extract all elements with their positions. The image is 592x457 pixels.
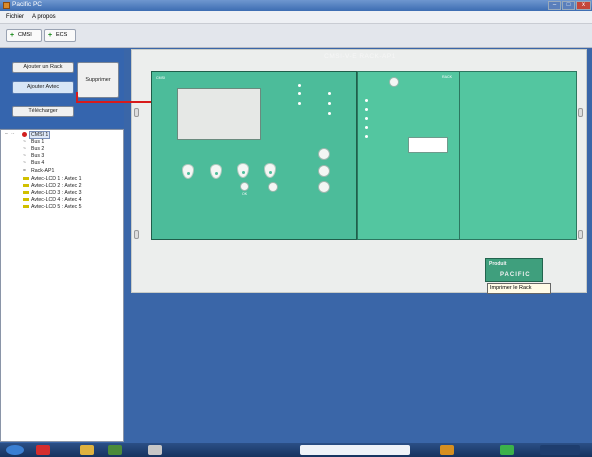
screw-icon [134, 230, 139, 239]
status-dot-icon [22, 132, 27, 137]
led-icon [365, 117, 368, 120]
card-icon [23, 191, 29, 194]
bus-icon: ~ [23, 153, 26, 159]
led-icon [298, 92, 301, 95]
led-icon [298, 102, 301, 105]
led-icon [298, 84, 301, 87]
round-button[interactable] [318, 181, 330, 193]
module-label: RACK [442, 75, 452, 79]
tree-node-root[interactable]: – ·- CMSI 1 [1, 131, 121, 139]
add-ecs-button[interactable]: + ECS [44, 29, 76, 42]
menu-item-fichier[interactable]: Fichier [6, 14, 24, 20]
plus-icon: + [48, 32, 53, 39]
collapse-icon[interactable]: – [5, 131, 8, 137]
folder-icon[interactable] [80, 445, 94, 455]
close-button[interactable]: x [576, 1, 591, 10]
module-label: CMSI [156, 76, 165, 80]
tree-connector-icon: ·- [11, 131, 15, 137]
tree-node[interactable]: ~ Bus 1 [1, 139, 121, 146]
lcd-screen [177, 88, 261, 140]
upload-button[interactable]: Télécharger [12, 106, 74, 117]
minimize-button[interactable]: – [548, 1, 561, 10]
tree-node[interactable]: Avtec-LCD 3 : Avtec 3 [1, 190, 121, 197]
tree-node[interactable]: Avtec-LCD 1 : Avtec 1 [1, 176, 121, 183]
ok-button[interactable] [240, 182, 249, 191]
bus-icon: ~ [23, 139, 26, 145]
round-button[interactable] [318, 148, 330, 160]
title-bar: Pacific PC – □ x [0, 0, 592, 11]
round-button[interactable] [389, 77, 399, 87]
tree-view[interactable]: – ·- CMSI 1 ~ Bus 1 ~ Bus 2 ~ Bus 3 ~ Bu… [0, 129, 124, 442]
delete-button[interactable]: Supprimer [77, 62, 119, 98]
label-window [408, 137, 448, 153]
led-icon [328, 92, 331, 95]
print-rack-button[interactable]: Produit PACIFIC [485, 258, 543, 282]
led-icon [328, 102, 331, 105]
tray-icon[interactable] [440, 445, 454, 455]
led-icon [365, 135, 368, 138]
card-icon [23, 198, 29, 201]
app-icon[interactable] [148, 445, 162, 455]
ok-label: OK [242, 192, 248, 196]
led-icon [365, 126, 368, 129]
add-avtec-button[interactable]: Ajouter Avtec [12, 81, 74, 94]
tooltip: Imprimer le Rack [487, 283, 551, 294]
card-icon [23, 184, 29, 187]
annotation-arrow [76, 92, 78, 103]
start-icon[interactable] [6, 445, 24, 455]
add-rack-button[interactable]: Ajouter un Rack [12, 62, 74, 73]
rack-title: CMSI-V-E RACK-AP1 [324, 53, 396, 60]
led-icon [365, 99, 368, 102]
menu-item-a-propos[interactable]: A propos [32, 14, 56, 20]
tree-node[interactable]: ~ Bus 2 [1, 146, 121, 153]
tray-icon[interactable] [500, 445, 514, 455]
tree-node[interactable]: ~ Bus 4 [1, 160, 121, 167]
screw-icon [134, 108, 139, 117]
tree-node[interactable]: Avtec-LCD 2 : Avtec 2 [1, 183, 121, 190]
round-button[interactable] [268, 182, 278, 192]
badge-brand: Produit [489, 261, 507, 267]
search-box[interactable] [300, 445, 410, 455]
round-button[interactable] [318, 165, 330, 177]
annotation-arrow [76, 101, 151, 103]
add-cmsi-button[interactable]: + CMSI [6, 29, 42, 42]
toolbar: + CMSI + ECS [0, 24, 592, 48]
screw-icon [578, 230, 583, 239]
tree-node[interactable]: Avtec-LCD 5 : Avtec 5 [1, 204, 121, 211]
badge-name: PACIFIC [500, 272, 531, 278]
extension-module[interactable]: RACK [357, 71, 460, 240]
card-icon [23, 205, 29, 208]
bus-icon: ~ [23, 160, 26, 166]
blank-module[interactable] [460, 71, 577, 240]
tree-node[interactable]: = Rack-AP1 [1, 168, 121, 175]
plus-icon: + [10, 32, 15, 39]
led-icon [365, 108, 368, 111]
window-title: Pacific PC [12, 1, 42, 8]
taskbar [0, 443, 592, 457]
app-icon[interactable] [108, 445, 122, 455]
tree-node[interactable]: ~ Bus 3 [1, 153, 121, 160]
maximize-button[interactable]: □ [562, 1, 575, 10]
app-icon [3, 2, 10, 9]
tree-node[interactable]: Avtec-LCD 4 : Avtec 4 [1, 197, 121, 204]
screw-icon [578, 108, 583, 117]
led-icon [328, 112, 331, 115]
clock [540, 445, 580, 455]
rack-icon: = [23, 168, 26, 174]
bus-icon: ~ [23, 146, 26, 152]
app-icon[interactable] [36, 445, 50, 455]
actions-panel: Ajouter un Rack Ajouter Avtec Supprimer … [0, 49, 124, 128]
menu-bar: Fichier A propos [0, 11, 592, 24]
card-icon [23, 177, 29, 180]
